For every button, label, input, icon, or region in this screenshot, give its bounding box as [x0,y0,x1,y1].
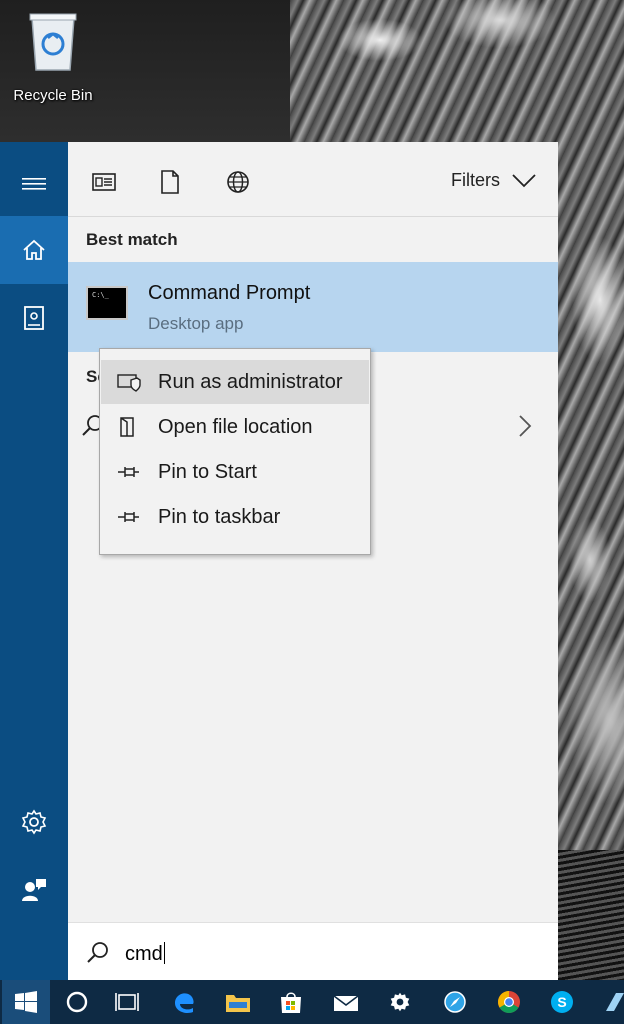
notebook-icon [24,306,44,330]
best-match-result[interactable]: C:\_ Command Prompt Desktop app [68,262,558,352]
best-match-subtitle: Desktop app [148,314,244,333]
file-explorer-button[interactable] [214,980,262,1024]
mail-icon [333,995,359,1011]
open-file-location-menu-item[interactable]: Open file location [101,405,369,449]
search-box[interactable]: cmd [68,922,558,981]
task-view-button[interactable] [103,980,151,1024]
filters-dropdown[interactable]: Filters [451,170,536,191]
safari-button[interactable] [431,980,479,1024]
pin-to-start-menu-item[interactable]: Pin to Start [101,450,369,494]
feedback-person-icon [22,879,46,901]
home-icon [23,239,45,260]
shield-icon [117,374,141,392]
cortana-icon [66,991,88,1013]
pin-icon [118,467,139,477]
command-prompt-icon: C:\_ [86,286,128,320]
svg-text:S: S [557,994,566,1010]
settings-button[interactable] [0,788,68,856]
web-filter-button[interactable] [224,168,252,196]
store-button[interactable] [267,980,315,1024]
cortana-button[interactable] [53,980,101,1024]
recycle-bin[interactable]: Recycle Bin [6,8,100,104]
gear-icon [21,809,47,835]
chevron-right-icon [519,415,532,437]
search-input[interactable]: cmd [125,943,163,965]
search-scope-toolbar: Filters [68,142,558,217]
file-explorer-icon [226,995,250,1012]
menu-item-label: Pin to taskbar [158,506,281,528]
app-icon [606,993,624,1011]
store-icon [281,992,301,1013]
pin-to-taskbar-menu-item[interactable]: Pin to taskbar [101,495,369,539]
search-icon [87,942,108,963]
search-results-panel: Filters Best match C:\_ Command Prompt D… [68,142,558,980]
best-match-header: Best match [86,230,178,249]
skype-button[interactable]: S [538,980,586,1024]
mail-button[interactable] [322,980,370,1024]
filters-label: Filters [451,170,500,190]
hamburger-menu-button[interactable] [0,150,68,218]
apps-icon [92,173,116,191]
hamburger-icon [22,178,46,190]
edge-icon [175,993,194,1013]
start-menu-rail [0,142,68,980]
menu-item-label: Pin to Start [158,461,257,483]
start-button[interactable] [2,980,50,1024]
menu-item-label: Open file location [158,416,313,438]
home-button[interactable] [0,216,68,284]
run-as-administrator-menu-item[interactable]: Run as administrator [101,360,369,404]
apps-filter-button[interactable] [90,168,118,196]
feedback-button[interactable] [0,856,68,924]
skype-icon: S [551,991,573,1013]
safari-icon [444,991,466,1013]
recycle-bin-icon [29,13,77,71]
taskbar: S [0,980,624,1024]
pin-icon [118,512,139,522]
globe-icon [227,171,249,193]
folder-location-icon [120,417,134,437]
chrome-icon [498,991,520,1013]
recycle-bin-label: Recycle Bin [13,87,93,104]
best-match-title: Command Prompt [148,282,311,304]
text-caret [163,942,165,964]
documents-filter-button[interactable] [156,168,184,196]
settings-icon [390,992,410,1012]
menu-item-label: Run as administrator [158,371,343,393]
notebook-button[interactable] [0,284,68,352]
document-icon [161,170,179,194]
app-taskbar-button[interactable] [590,980,624,1024]
chrome-button[interactable] [485,980,533,1024]
task-view-icon [115,993,139,1011]
windows-start-icon [15,991,37,1013]
context-menu: Run as administrator Open file location … [99,348,371,555]
chevron-down-icon [512,173,536,187]
edge-button[interactable] [160,980,208,1024]
settings-taskbar-button[interactable] [376,980,424,1024]
